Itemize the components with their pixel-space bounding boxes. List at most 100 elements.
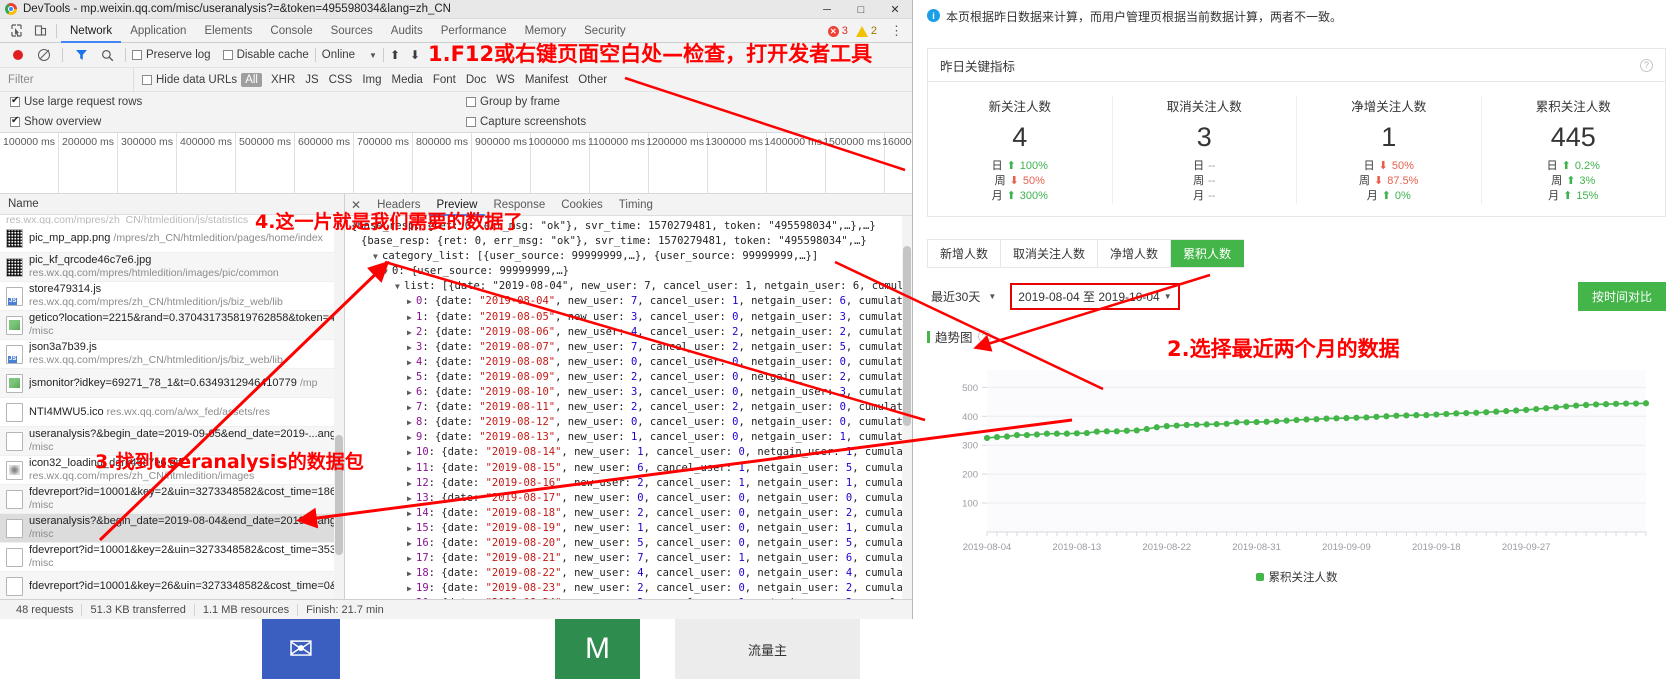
json-row[interactable]: ▶ 17: {date: "2019-08-21", new_user: 7, c… <box>351 551 912 566</box>
filter-type-css[interactable]: CSS <box>324 74 358 86</box>
tab-cumulative[interactable]: 累积人数 <box>1171 240 1245 267</box>
json-row[interactable]: ▶ 16: {date: "2019-08-20", new_user: 5, c… <box>351 536 912 551</box>
filter-type-ws[interactable]: WS <box>491 74 520 86</box>
range-preset-select[interactable]: 最近30天 ▼ <box>927 285 1000 308</box>
json-row[interactable]: ▶ 10: {date: "2019-08-14", new_user: 1, c… <box>351 445 912 460</box>
tab-net-gain[interactable]: 净增人数 <box>1098 240 1172 267</box>
json-row[interactable]: ▶ 9: {date: "2019-08-13", new_user: 1, ca… <box>351 430 912 445</box>
maximize-button[interactable]: □ <box>844 0 878 19</box>
export-har-icon[interactable]: ⬇ <box>410 48 420 62</box>
toggle-device-toolbar-icon[interactable] <box>28 20 52 42</box>
detail-scroll-thumb[interactable] <box>903 246 911 426</box>
inspect-element-icon[interactable] <box>4 20 28 42</box>
json-row[interactable]: ▶ 15: {date: "2019-08-19", new_user: 1, c… <box>351 521 912 536</box>
json-row[interactable]: ▶ 2: {date: "2019-08-06", new_user: 4, ca… <box>351 325 912 340</box>
json-row[interactable]: ▶ 1: {date: "2019-08-05", new_user: 3, ca… <box>351 310 912 325</box>
request-list[interactable]: res.wx.qq.com/mpres/zh_CN/htmledition/js… <box>0 215 344 599</box>
table-row[interactable]: fdevreport?id=10001&key=2&uin=3273348582… <box>0 485 344 514</box>
filter-icon[interactable] <box>69 44 93 66</box>
filter-type-media[interactable]: Media <box>387 74 428 86</box>
error-count[interactable]: 3 <box>842 25 848 37</box>
change-period: 周 <box>994 175 1006 187</box>
table-row[interactable]: pic_kf_qrcode46c7e6.jpg res.wx.qq.com/mp… <box>0 253 344 282</box>
disable-cache-checkbox[interactable]: Disable cache <box>222 49 309 61</box>
filter-type-js[interactable]: JS <box>300 74 323 86</box>
hide-data-urls-label: Hide data URLs <box>156 73 238 86</box>
json-row[interactable]: ▶ 7: {date: "2019-08-11", new_user: 2, ca… <box>351 400 912 415</box>
hide-data-urls-checkbox[interactable]: Hide data URLs <box>142 74 237 86</box>
filter-input[interactable]: Filter <box>0 67 134 92</box>
request-list-scrollbar[interactable] <box>334 215 344 599</box>
help-icon[interactable]: ? <box>1640 58 1653 72</box>
json-row[interactable]: ▶ 14: {date: "2019-08-18", new_user: 2, c… <box>351 506 912 521</box>
tab-console[interactable]: Console <box>261 19 321 43</box>
card-title: 昨日关键指标 <box>940 59 1016 74</box>
json-row[interactable]: ▶20: {date: "2019-08-24", new_user: 3, c… <box>351 596 912 599</box>
json-preview-tree[interactable]: {base_resp: {ret: 0, err_msg: "ok"}, svr… <box>345 216 912 599</box>
minimize-button[interactable]: ─ <box>810 0 844 19</box>
detail-scrollbar[interactable] <box>902 216 912 599</box>
chart-help-icon[interactable]: ? <box>977 330 991 343</box>
import-har-icon[interactable]: ⬆ <box>390 48 400 62</box>
generic-file-icon <box>6 431 23 451</box>
trend-chart[interactable]: 100 200 300 400 500 2019-08-04 2019-08-13 2019-… <box>927 352 1666 567</box>
table-row[interactable]: NTI4MWU5.ico res.wx.qq.com/a/wx_fed/asse… <box>0 398 344 427</box>
table-row[interactable]: json3a7b39.js res.wx.qq.com/mpres/zh_CN/… <box>0 340 344 369</box>
filter-type-xhr[interactable]: XHR <box>266 74 300 86</box>
close-button[interactable]: ✕ <box>878 0 912 19</box>
tab-unfollowers[interactable]: 取消关注人数 <box>1001 240 1099 267</box>
json-row[interactable]: ▶ 13: {date: "2019-08-17", new_user: 0, c… <box>351 491 912 506</box>
filter-type-all[interactable]: All <box>241 72 262 87</box>
notice-banner: i 本页根据昨日数据来计算，而用户管理页根据当前数据计算，两者不一致。 <box>913 0 1680 25</box>
json-node-list[interactable]: ▼ list: [{date: "2019-08-04", new_user: 7… <box>351 279 912 294</box>
filter-type-manifest[interactable]: Manifest <box>520 74 573 86</box>
json-row[interactable]: ▶ 6: {date: "2019-08-10", new_user: 3, ca… <box>351 385 912 400</box>
change-value: -- <box>1208 190 1216 202</box>
filter-type-img[interactable]: Img <box>357 74 386 86</box>
table-row[interactable]: jsmonitor?idkey=69271_78_1&t=0.634931294… <box>0 369 344 398</box>
table-row[interactable]: store479314.js res.wx.qq.com/mpres/zh_CN… <box>0 282 344 311</box>
filter-type-other[interactable]: Other <box>573 74 612 86</box>
throttling-select[interactable]: Online <box>322 49 355 61</box>
json-row[interactable]: ▶ 11: {date: "2019-08-15", new_user: 6, c… <box>351 461 912 476</box>
network-overview-timeline[interactable]: 100000 ms 200000 ms 300000 ms 400000 ms … <box>0 132 912 194</box>
tab-audits[interactable]: Audits <box>382 19 432 43</box>
tab-cookies[interactable]: Cookies <box>553 194 611 216</box>
more-options-icon[interactable]: ⋮ <box>886 23 908 39</box>
json-node-category-list[interactable]: ▼ category_list: [{user_source: 99999999,… <box>351 249 912 264</box>
filter-type-font[interactable]: Font <box>428 74 461 86</box>
tab-sources[interactable]: Sources <box>322 19 382 43</box>
json-row[interactable]: ▶ 3: {date: "2019-08-07", new_user: 7, ca… <box>351 340 912 355</box>
capture-screenshots-checkbox[interactable]: Capture screenshots <box>466 116 586 128</box>
json-row[interactable]: ▶ 5: {date: "2019-08-09", new_user: 2, ca… <box>351 370 912 385</box>
json-node-index-0[interactable]: ▼ 0: {user_source: 99999999,…} <box>351 264 912 279</box>
metric-value: 1 <box>1381 122 1397 152</box>
json-row[interactable]: ▶ 0: {date: "2019-08-04", new_user: 7, ca… <box>351 294 912 309</box>
json-row[interactable]: ▶ 19: {date: "2019-08-23", new_user: 2, c… <box>351 581 912 596</box>
clear-button[interactable] <box>32 44 56 66</box>
throttling-chevron-down-icon[interactable]: ▼ <box>369 51 377 60</box>
json-row[interactable]: ▶ 18: {date: "2019-08-22", new_user: 4, c… <box>351 566 912 581</box>
show-overview-checkbox[interactable]: Show overview <box>10 115 101 128</box>
tab-network[interactable]: Network <box>61 19 122 43</box>
tab-new-followers[interactable]: 新增人数 <box>928 240 1002 267</box>
record-button[interactable] <box>6 44 30 66</box>
tab-elements[interactable]: Elements <box>195 19 261 43</box>
table-row[interactable]: fdevreport?id=10001&key=2&uin=3273348582… <box>0 543 344 572</box>
tab-timing[interactable]: Timing <box>611 194 661 216</box>
json-row[interactable]: ▶ 8: {date: "2019-08-12", new_user: 0, ca… <box>351 415 912 430</box>
warning-count[interactable]: 2 <box>871 25 877 37</box>
json-row[interactable]: ▶ 4: {date: "2019-08-08", new_user: 0, ca… <box>351 355 912 370</box>
date-range-picker[interactable]: 2019-08-04 至 2019-10-04 ▼ <box>1010 283 1180 310</box>
use-large-request-rows-checkbox[interactable]: Use large request rows <box>10 95 142 108</box>
filter-type-doc[interactable]: Doc <box>461 74 491 86</box>
preserve-log-checkbox[interactable]: Preserve log <box>132 49 211 61</box>
tab-application[interactable]: Application <box>121 19 195 43</box>
compare-by-time-button[interactable]: 按时间对比 <box>1577 282 1666 311</box>
json-row[interactable]: ▶ 12: {date: "2019-08-16", new_user: 2, c… <box>351 476 912 491</box>
table-row[interactable]: fdevreport?id=10001&key=26&uin=327334858… <box>0 572 344 599</box>
group-by-frame-checkbox[interactable]: Group by frame <box>466 96 560 108</box>
table-row-selected[interactable]: useranalysis?&begin_date=2019-08-04&end_… <box>0 514 344 543</box>
table-row[interactable]: getico?location=2215&rand=0.370431735819… <box>0 311 344 340</box>
search-icon[interactable] <box>95 44 119 66</box>
